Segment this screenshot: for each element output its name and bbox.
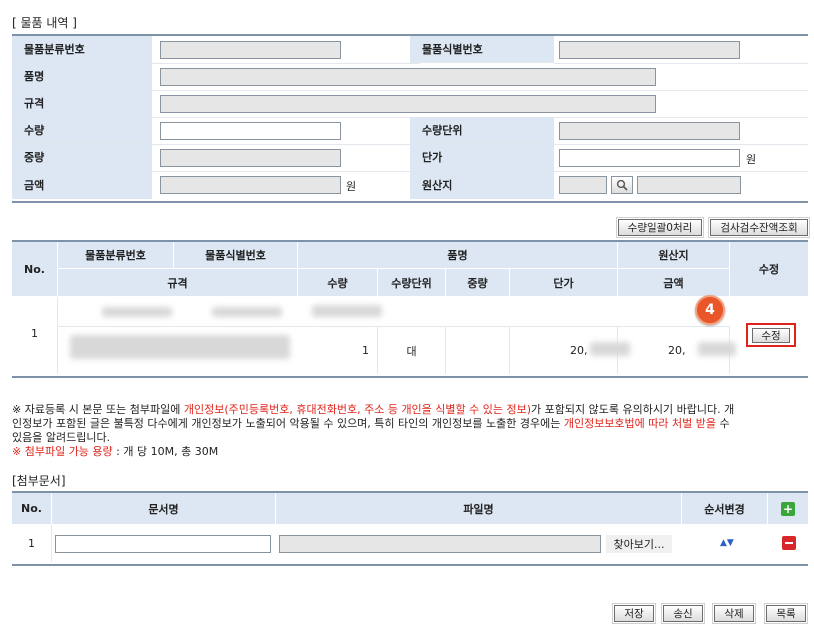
col-unit-price: 단가 xyxy=(510,269,618,297)
notice-line2-red: 개인정보보호법에 따라 처벌 받을 xyxy=(563,417,716,430)
capacity-label: ※ 첨부파일 가능 용량 xyxy=(12,445,113,458)
label-spec: 규격 xyxy=(12,90,152,117)
origin-search-button[interactable] xyxy=(611,176,633,194)
notice-line1-red: 개인정보(주민등록번호, 휴대전화번호, 주소 등 개인을 식별할 수 있는 정… xyxy=(183,403,532,416)
redacted-spec xyxy=(70,335,290,359)
spec-input[interactable] xyxy=(160,95,656,113)
label-identification-no: 물품식별번호 xyxy=(410,36,554,63)
att-col-doc-name: 문서명 xyxy=(52,493,276,525)
col-quantity: 수량 xyxy=(298,269,378,297)
edit-highlight: 수정 xyxy=(746,323,796,347)
step-badge: 4 xyxy=(695,295,725,325)
identification-no-input[interactable] xyxy=(559,41,740,59)
quantity-unit-input[interactable] xyxy=(559,122,740,140)
redacted-item-name xyxy=(312,305,382,317)
file-name-input[interactable] xyxy=(279,535,601,553)
notice-line1-prefix: ※ 자료등록 시 본문 또는 첨부파일에 xyxy=(12,403,184,416)
submit-button[interactable]: 송신 xyxy=(661,603,705,624)
item-list-table: No. 물품분류번호 물품식별번호 품명 원산지 수정 규격 수량 수량단위 중… xyxy=(12,240,808,378)
bulk-zero-quantity-button[interactable]: 수량일괄0처리 xyxy=(616,217,704,238)
capacity-text: : 개 당 10M, 총 30M xyxy=(112,445,219,458)
row-no: 1 xyxy=(12,297,58,374)
col-spec: 규격 xyxy=(58,269,298,297)
notice-line2-prefix: 인정보가 포함된 글은 불특정 다수에게 개인정보가 노출되어 악용될 수 있으… xyxy=(12,417,564,430)
att-col-no: No. xyxy=(12,493,52,525)
search-icon xyxy=(616,179,628,191)
redacted-amount xyxy=(698,342,736,356)
classification-no-input[interactable] xyxy=(160,41,341,59)
label-weight: 중량 xyxy=(12,144,152,171)
item-name-input[interactable] xyxy=(160,68,656,86)
notice-line3: 있음을 알려드립니다. xyxy=(12,431,111,444)
att-col-add: + xyxy=(768,493,808,525)
remove-row-icon[interactable] xyxy=(782,536,796,550)
col-item-name: 품명 xyxy=(298,242,618,269)
move-down-icon[interactable]: ▼ xyxy=(727,538,734,548)
label-item-name: 품명 xyxy=(12,63,152,90)
edit-button[interactable]: 수정 xyxy=(752,327,790,343)
amount-won: 원 xyxy=(346,180,357,193)
label-quantity: 수량 xyxy=(12,117,152,144)
label-quantity-unit: 수량단위 xyxy=(410,117,554,144)
save-button[interactable]: 저장 xyxy=(612,603,656,624)
amount-input[interactable] xyxy=(160,176,341,194)
origin-name-input[interactable] xyxy=(637,176,741,194)
notice-line2-suffix: 수 xyxy=(716,417,730,430)
col-amount: 금액 xyxy=(618,269,730,297)
col-quantity-unit: 수량단위 xyxy=(378,269,446,297)
notice-line1-suffix: 가 포함되지 않도록 유의하시기 바랍니다. 개 xyxy=(531,403,735,416)
item-section-title: [ 물품 내역 ] xyxy=(12,16,77,30)
doc-name-input[interactable] xyxy=(55,535,271,553)
attachment-row: 1 찾아보기... ▲▼ xyxy=(12,525,808,562)
inspection-balance-button[interactable]: 검사검수잔액조회 xyxy=(708,217,810,238)
attachments-title: [첨부문서] xyxy=(12,474,66,488)
att-col-order: 순서변경 xyxy=(682,493,768,525)
col-weight: 중량 xyxy=(446,269,510,297)
col-classification-no: 물품분류번호 xyxy=(58,242,174,269)
redacted-classification-no xyxy=(102,307,172,317)
col-edit: 수정 xyxy=(730,242,808,297)
delete-button[interactable]: 삭제 xyxy=(712,603,756,624)
col-no: No. xyxy=(12,242,58,297)
browse-button[interactable]: 찾아보기... xyxy=(606,535,672,553)
att-row-no: 1 xyxy=(12,525,52,562)
row-quantity-unit: 대 xyxy=(378,327,446,374)
unit-price-input[interactable] xyxy=(559,149,740,167)
col-identification-no: 물품식별번호 xyxy=(174,242,298,269)
att-col-file-name: 파일명 xyxy=(276,493,682,525)
label-amount: 금액 xyxy=(12,171,152,199)
move-up-icon[interactable]: ▲ xyxy=(720,538,727,548)
origin-code-input[interactable] xyxy=(559,176,607,194)
redacted-identification-no xyxy=(212,307,282,317)
privacy-notice: ※ 자료등록 시 본문 또는 첨부파일에 개인정보(주민등록번호, 휴대전화번호… xyxy=(12,403,812,459)
row-weight xyxy=(446,327,510,374)
label-unit-price: 단가 xyxy=(410,144,554,171)
row-quantity: 1 xyxy=(298,327,378,374)
label-origin: 원산지 xyxy=(410,171,554,199)
col-origin: 원산지 xyxy=(618,242,730,269)
table-row: 1 1 대 20, 20, 수정 xyxy=(12,297,808,374)
add-row-icon[interactable]: + xyxy=(781,501,795,516)
item-form: 물품분류번호 물품식별번호 품명 규격 수량 수량단위 중량 단가 원 금액 원… xyxy=(12,34,808,203)
attachments-table: No. 문서명 파일명 순서변경 + 1 찾아보기... ▲▼ xyxy=(12,491,808,566)
list-button[interactable]: 목록 xyxy=(764,603,808,624)
unit-price-won: 원 xyxy=(746,153,757,166)
quantity-input[interactable] xyxy=(160,122,341,140)
order-arrows: ▲▼ xyxy=(720,538,734,548)
weight-input[interactable] xyxy=(160,149,341,167)
label-classification-no: 물품분류번호 xyxy=(12,36,152,63)
